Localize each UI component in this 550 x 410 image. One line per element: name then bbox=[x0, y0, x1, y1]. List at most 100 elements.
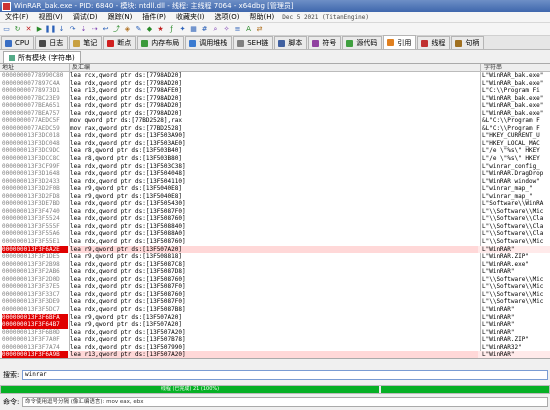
menu-trace[interactable]: 跟踪(N) bbox=[103, 12, 138, 22]
menu-view[interactable]: 视图(V) bbox=[34, 12, 68, 22]
table-row[interactable]: 000000013F3DCC8C lea r8,qword ptr ds:[13F… bbox=[0, 155, 550, 163]
open-icon[interactable]: ▭ bbox=[2, 25, 11, 34]
table-row[interactable]: 000000013F3F5524 lea rdx,qword ptr ds:[13… bbox=[0, 215, 550, 223]
table-row[interactable]: 0000000077897C4A lea rdx,qword ptr ds:[77… bbox=[0, 80, 550, 88]
table-row[interactable]: 00000000778990C80 lea rcx,qword ptr ds:[7… bbox=[0, 72, 550, 80]
references-icon[interactable]: ⇄ bbox=[255, 25, 264, 34]
table-row[interactable]: 000000013F3F55A6 lea rdx,qword ptr ds:[13… bbox=[0, 230, 550, 238]
comment-icon[interactable]: ✎ bbox=[134, 25, 143, 34]
table-row[interactable]: 000000013F3F7A74 lea rdx,qword ptr ds:[13… bbox=[0, 344, 550, 352]
tab-10[interactable]: 引用 bbox=[383, 35, 417, 49]
table-row[interactable]: 000000013F3F37E5 lea rdx,qword ptr ds:[13… bbox=[0, 283, 550, 291]
table-row[interactable]: 000000013F3F2AB6 lea rdx,qword ptr ds:[13… bbox=[0, 268, 550, 276]
bookmark-icon[interactable]: ★ bbox=[156, 25, 165, 34]
table-row[interactable]: 000000013F3F64B7 lea r9,qword ptr ds:[13F… bbox=[0, 321, 550, 329]
table-row[interactable]: 00000000778973D1 lea r13,qword ptr ds:[77… bbox=[0, 87, 550, 95]
menu-help[interactable]: 帮助(H) bbox=[245, 12, 280, 22]
string-cell: L"WinRAR_bak.exe" bbox=[482, 102, 544, 110]
tab-3[interactable]: 断点 bbox=[103, 36, 137, 49]
trace-into-icon[interactable]: ⇣ bbox=[79, 25, 88, 34]
menu-debug[interactable]: 调试(D) bbox=[68, 12, 103, 22]
references-table[interactable]: 地址 反汇编 字符串 00000000778990C80 lea rcx,qwor… bbox=[0, 64, 550, 359]
disassembly-cell: lea rdx,qword ptr ds:[7798AD20] bbox=[70, 102, 182, 110]
trace-over-icon[interactable]: ⇢ bbox=[90, 25, 99, 34]
tab-12[interactable]: 句柄 bbox=[451, 36, 485, 49]
patch-icon[interactable]: ✦ bbox=[178, 25, 187, 34]
run-to-user-code-icon[interactable]: ⤴ bbox=[112, 25, 121, 34]
step-into-icon[interactable]: ↓ bbox=[57, 25, 66, 34]
disassembly-cell: lea r8,qword ptr ds:[13F503B80] bbox=[70, 155, 182, 163]
tab-8[interactable]: 符号 bbox=[308, 36, 342, 49]
table-row[interactable]: 0000000077AEDC5F mov qword ptr ds:[77BD25… bbox=[0, 117, 550, 125]
tab-0[interactable]: CPU bbox=[1, 36, 35, 49]
menu-plugins[interactable]: 插件(P) bbox=[137, 12, 171, 22]
table-row[interactable]: 000000013F3F6B0D lea rdx,qword ptr ds:[13… bbox=[0, 329, 550, 337]
scylla-icon[interactable]: ◈ bbox=[123, 25, 132, 34]
strings-icon[interactable]: A bbox=[244, 25, 253, 34]
table-row[interactable]: 000000013F3D2F0B lea r9,qword ptr ds:[13F… bbox=[0, 185, 550, 193]
table-row[interactable]: 000000013F3F6A2E lea r9,qword ptr ds:[13F… bbox=[0, 245, 550, 254]
table-row[interactable]: 0000000077BEA651 lea rdx,qword ptr ds:[77… bbox=[0, 102, 550, 110]
pause-icon[interactable]: ❚❚ bbox=[45, 25, 57, 34]
step-over-icon[interactable]: ↷ bbox=[68, 25, 77, 34]
table-row[interactable]: 000000013F3D2433 lea rdx,qword ptr ds:[13… bbox=[0, 178, 550, 186]
menu-file[interactable]: 文件(F) bbox=[0, 12, 34, 22]
restart-icon[interactable]: ↻ bbox=[13, 25, 22, 34]
table-row[interactable]: 000000013F3D2FD8 lea r9,qword ptr ds:[13F… bbox=[0, 193, 550, 201]
menu-favourites[interactable]: 收藏夹(I) bbox=[171, 12, 210, 22]
table-row[interactable]: 000000013F3F2D0D lea rdx,qword ptr ds:[13… bbox=[0, 276, 550, 284]
string-cell: L"winrar_map_" bbox=[482, 185, 533, 193]
table-row[interactable]: 000000013F3F55E1 lea rdx,qword ptr ds:[13… bbox=[0, 238, 550, 246]
table-row[interactable]: 000000013F3DC048 lea rdx,qword ptr ds:[13… bbox=[0, 140, 550, 148]
execute-till-return-icon[interactable]: ↩ bbox=[101, 25, 110, 34]
table-row[interactable]: 000000013F3D1648 lea rdx,qword ptr ds:[13… bbox=[0, 170, 550, 178]
tab-7[interactable]: 脚本 bbox=[274, 36, 308, 49]
table-row[interactable]: 000000013F3F555F lea rdx,qword ptr ds:[13… bbox=[0, 223, 550, 231]
table-row[interactable]: 0000000077BEA757 lea rdx,qword ptr ds:[77… bbox=[0, 110, 550, 118]
tab-9[interactable]: 源代码 bbox=[342, 36, 383, 49]
log-icon[interactable]: ≡ bbox=[233, 25, 242, 34]
command-input[interactable]: 命令使用逗号分隔 (像汇编语言): mov eax, ebx bbox=[22, 397, 548, 407]
function-icon[interactable]: ƒ bbox=[167, 25, 176, 34]
app-icon bbox=[2, 1, 11, 11]
search-input[interactable]: winrar bbox=[22, 370, 548, 380]
table-row[interactable]: 000000013F3CF99F lea rdx,qword ptr ds:[13… bbox=[0, 163, 550, 171]
menu-bar: 文件(F) 视图(V) 调试(D) 跟踪(N) 插件(P) 收藏夹(I) 选项(… bbox=[0, 12, 550, 23]
disassembly-cell: lea r13,qword ptr ds:[13F507A20] bbox=[70, 351, 478, 358]
table-row[interactable]: 000000013F3F2B98 lea rdx,qword ptr ds:[13… bbox=[0, 261, 550, 269]
tab-5[interactable]: 调用堆栈 bbox=[185, 36, 233, 49]
table-row[interactable]: 000000013F3F3DE9 lea rdx,qword ptr ds:[13… bbox=[0, 298, 550, 306]
table-row[interactable]: 0000000077BC23E9 lea rdx,qword ptr ds:[77… bbox=[0, 95, 550, 103]
table-row[interactable]: 000000013F3DC9DC lea r8,qword ptr ds:[13F… bbox=[0, 147, 550, 155]
column-header-disassembly[interactable]: 反汇编 bbox=[70, 64, 90, 72]
table-row[interactable]: 000000013F3F1DE5 lea r9,qword ptr ds:[13F… bbox=[0, 253, 550, 261]
tab-6[interactable]: SEH链 bbox=[233, 36, 274, 49]
close-icon[interactable]: ✕ bbox=[24, 25, 33, 34]
table-row[interactable]: 000000013F3F6A9B lea r13,qword ptr ds:[13… bbox=[0, 351, 550, 358]
address-cell: 000000013F3F2D0D bbox=[2, 275, 60, 283]
find-icon[interactable]: ⌕ bbox=[211, 25, 220, 34]
column-header-address[interactable]: 地址 bbox=[0, 64, 14, 72]
tab-11[interactable]: 线程 bbox=[417, 36, 451, 49]
table-row[interactable]: 000000013F3DE7BD lea rdx,qword ptr ds:[13… bbox=[0, 200, 550, 208]
menu-options[interactable]: 选项(O) bbox=[210, 12, 245, 22]
string-cell: &L"C:\\Program F bbox=[482, 117, 540, 125]
table-row[interactable]: 0000000077AEDC59 mov rax,qword ptr ds:[77… bbox=[0, 125, 550, 133]
tab-2[interactable]: 笔记 bbox=[69, 36, 103, 49]
table-row[interactable]: 000000013F3F6BFA lea r9,qword ptr ds:[13F… bbox=[0, 313, 550, 322]
memory-icon[interactable]: ▦ bbox=[189, 25, 198, 34]
tab-all-modules-strings[interactable]: 所有模块 (字符串) bbox=[3, 51, 81, 63]
column-header-string[interactable]: 字符串 bbox=[482, 64, 502, 72]
script-icon[interactable]: ✧ bbox=[222, 25, 231, 34]
table-row[interactable]: 000000013F3F4740 lea rdx,qword ptr ds:[13… bbox=[0, 208, 550, 216]
table-row[interactable]: 000000013F3F7A0F lea rdx,qword ptr ds:[13… bbox=[0, 336, 550, 344]
table-row[interactable]: 000000013F3DC018 lea rdx,qword ptr ds:[13… bbox=[0, 132, 550, 140]
table-row[interactable]: 000000013F3F33C7 lea rdx,qword ptr ds:[13… bbox=[0, 291, 550, 299]
progress-text: 线程 (已完成) 21 (100%) bbox=[160, 386, 220, 392]
label-icon[interactable]: ◆ bbox=[145, 25, 154, 34]
run-icon[interactable]: ▶ bbox=[35, 25, 44, 34]
calc-icon[interactable]: # bbox=[200, 25, 209, 34]
table-row[interactable]: 000000013F3F5DC7 lea rdx,qword ptr ds:[13… bbox=[0, 306, 550, 314]
tab-4[interactable]: 内存布局 bbox=[137, 36, 185, 49]
tab-1[interactable]: 日志 bbox=[35, 36, 69, 49]
